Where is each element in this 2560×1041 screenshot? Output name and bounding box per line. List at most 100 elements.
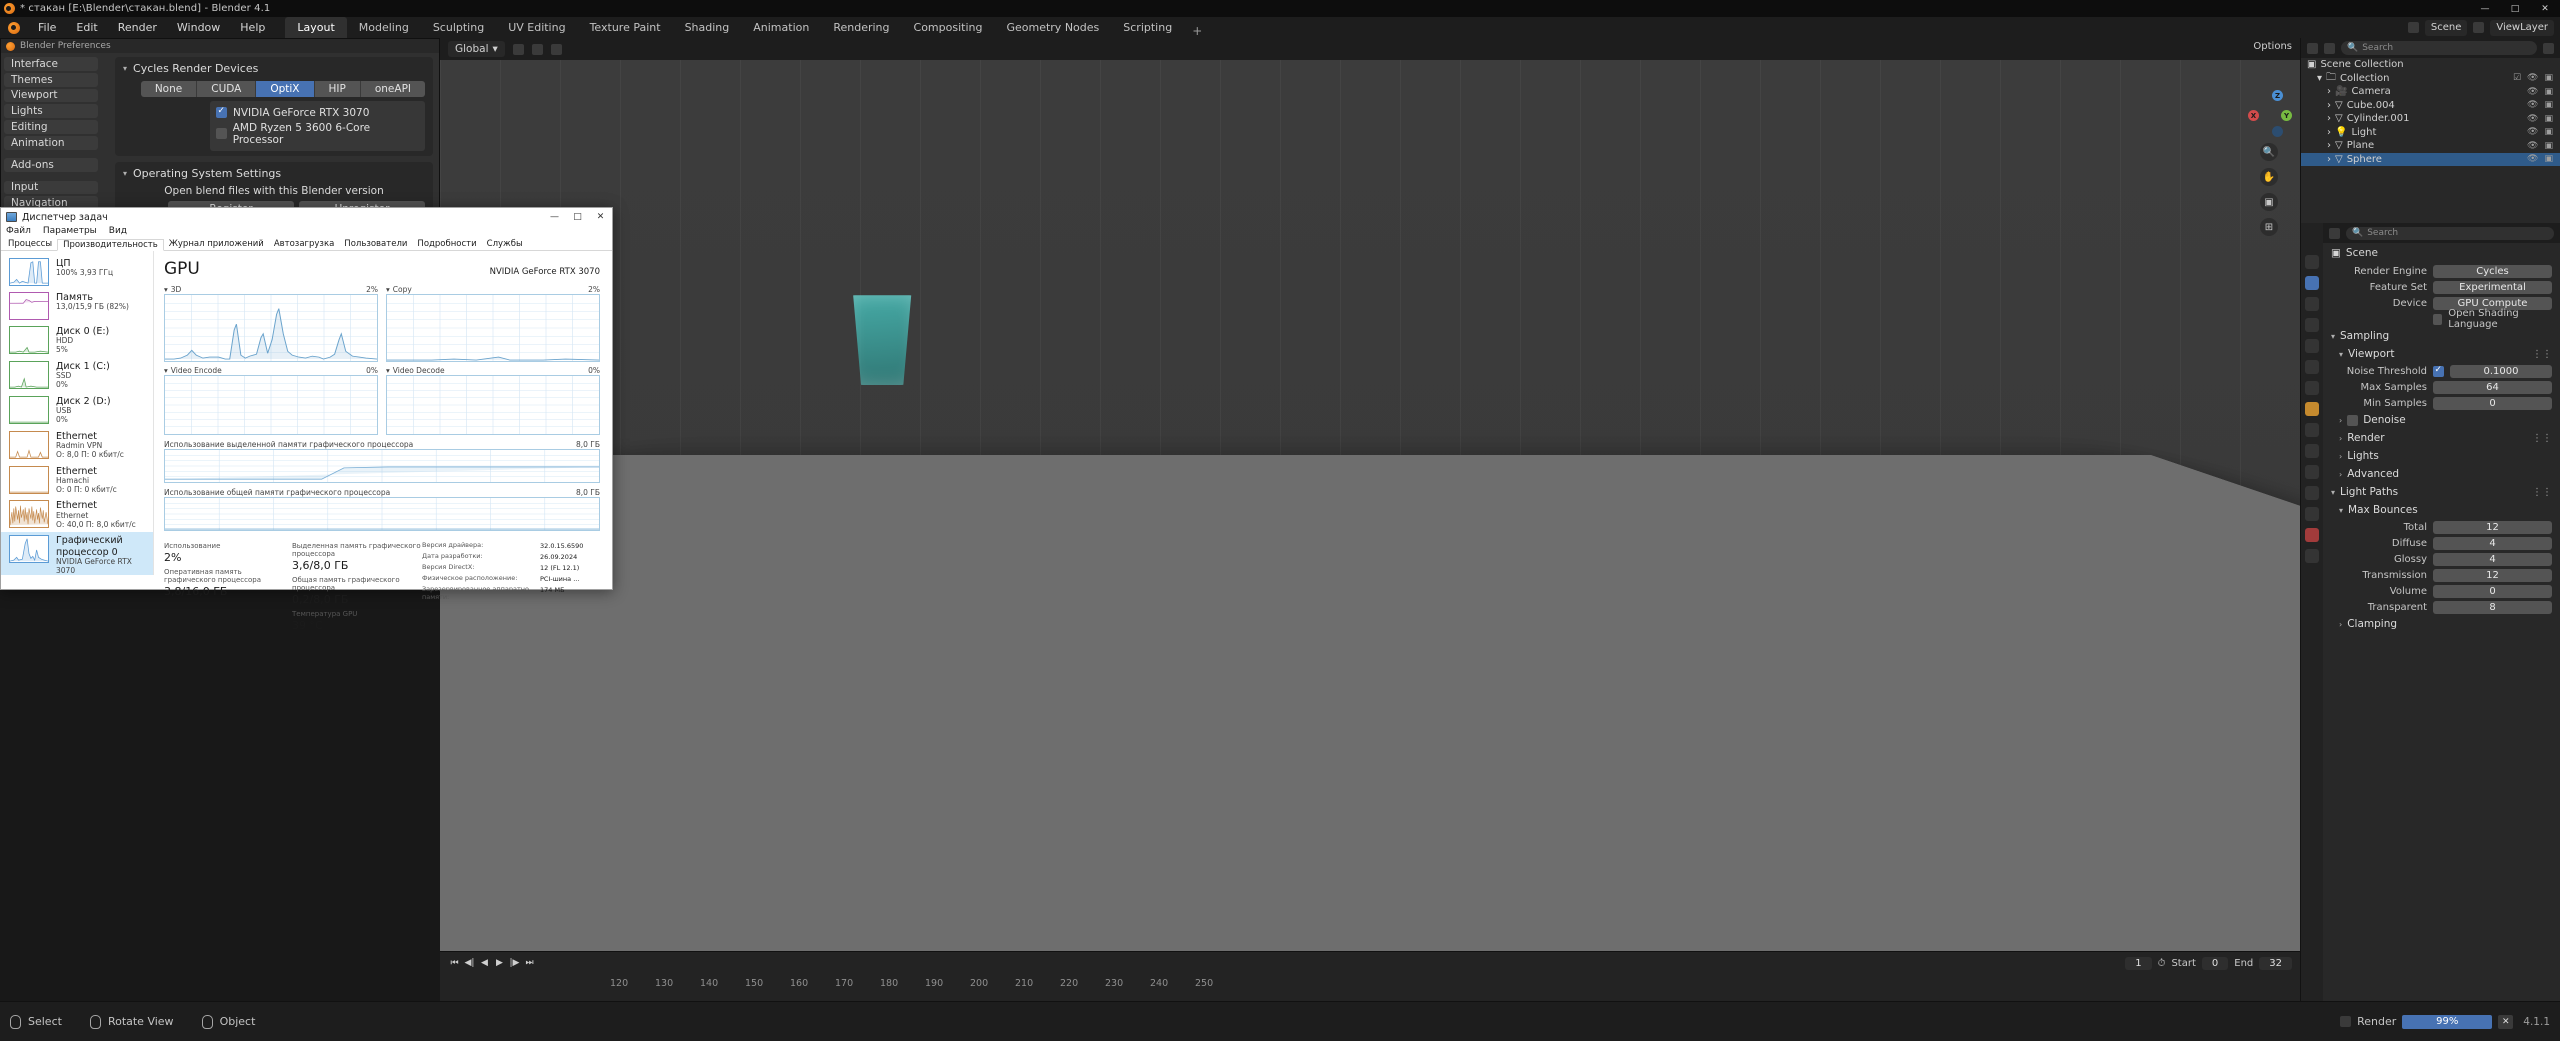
timeline-ruler[interactable]: 120 130 140 150 160 170 180 190 200 210 …: [440, 974, 2300, 1000]
task-manager-window[interactable]: Диспетчер задач — □ ✕ Файл Параметры Вид…: [0, 207, 613, 632]
tm-menu-file[interactable]: Файл: [6, 226, 31, 238]
eye-icon[interactable]: 👁: [2527, 73, 2538, 83]
backend-none[interactable]: None: [140, 81, 198, 97]
blender-menu-logo-icon[interactable]: [0, 17, 28, 38]
row-osl[interactable]: Open Shading Language: [2323, 308, 2560, 330]
row-render-engine[interactable]: Render Engine Cycles: [2323, 263, 2560, 279]
bounce-value[interactable]: 4: [2433, 552, 2552, 566]
camera-icon[interactable]: ▣: [2544, 154, 2553, 164]
properties-tab-column[interactable]: [2301, 223, 2323, 1001]
menu-edit[interactable]: Edit: [66, 17, 107, 38]
workspace-tab-uv-editing[interactable]: UV Editing: [496, 17, 577, 38]
end-frame-field[interactable]: 32: [2259, 956, 2292, 970]
section-lights[interactable]: › Lights: [2323, 447, 2560, 465]
row-bounce-glossy[interactable]: Glossy 4: [2323, 551, 2560, 567]
minimize-button[interactable]: —: [2470, 0, 2500, 17]
device-row-gpu[interactable]: NVIDIA GeForce RTX 3070: [216, 105, 419, 120]
resource-item-ethernet-hamachi[interactable]: Ethernet Hamachi О: 0 П: 0 кбит/с: [1, 463, 153, 498]
object-visibility-toggles[interactable]: 👁 ▣: [2527, 87, 2560, 97]
row-bounce-transmission[interactable]: Transmission 12: [2323, 567, 2560, 583]
tab-scene[interactable]: [2305, 339, 2319, 353]
viewport-3d[interactable]: Global ▾ Options Z Y X 🔍 ✋ ▣ ⊞: [440, 38, 2300, 1001]
jump-end-icon[interactable]: ⏭: [523, 958, 536, 968]
bounce-value[interactable]: 8: [2433, 600, 2552, 614]
section-render-sampling[interactable]: › Render ⋮⋮: [2323, 429, 2560, 447]
resource-item-ethernet-radmin[interactable]: Ethernet Radmin VPN О: 8,0 П: 0 кбит/с: [1, 428, 153, 463]
play-reverse-icon[interactable]: ◀: [478, 958, 491, 968]
row-bounce-volume[interactable]: Volume 0: [2323, 583, 2560, 599]
tab-modifiers[interactable]: [2305, 423, 2319, 437]
cancel-render-button[interactable]: ✕: [2498, 1014, 2514, 1029]
device-row-cpu[interactable]: AMD Ryzen 5 3600 6-Core Processor: [216, 120, 419, 147]
workspace-tab-animation[interactable]: Animation: [741, 17, 821, 38]
properties-search-input[interactable]: 🔍 Search: [2346, 226, 2554, 240]
eye-icon[interactable]: 👁: [2527, 87, 2538, 97]
nav-themes[interactable]: Themes: [4, 72, 98, 87]
tab-constraints[interactable]: [2305, 486, 2319, 500]
maximize-button[interactable]: □: [2500, 0, 2530, 17]
next-keyframe-icon[interactable]: |▶: [508, 958, 521, 968]
section-advanced[interactable]: › Advanced: [2323, 465, 2560, 483]
resource-item-memory[interactable]: Память 13,0/15,9 ГБ (82%): [1, 289, 153, 323]
camera-icon[interactable]: ▣: [2544, 100, 2553, 110]
tm-menu-view[interactable]: Вид: [109, 226, 127, 238]
outliner-item-camera[interactable]: › 🎥 Camera 👁 ▣: [2301, 85, 2560, 99]
denoise-checkbox[interactable]: [2347, 414, 2359, 426]
viewlayer-selector[interactable]: ViewLayer: [2490, 19, 2554, 36]
backend-optix[interactable]: OptiX: [256, 81, 315, 97]
viewport-scene[interactable]: Z Y X 🔍 ✋ ▣ ⊞: [440, 60, 2300, 1001]
current-frame-field[interactable]: 1: [2125, 956, 2152, 970]
play-icon[interactable]: ▶: [493, 958, 506, 968]
outliner-scene-collection[interactable]: ▣ Scene Collection: [2301, 58, 2560, 72]
snap-icon[interactable]: [512, 43, 524, 55]
resource-item-disk0[interactable]: Диск 0 (E:) HDD 5%: [1, 323, 153, 358]
camera-view-icon[interactable]: ▣: [2260, 193, 2278, 211]
outliner-editor-type-icon[interactable]: [2307, 42, 2318, 54]
cycles-panel-header[interactable]: ▾ Cycles Render Devices: [123, 62, 425, 75]
row-noise-threshold[interactable]: Noise Threshold 0.1000: [2323, 363, 2560, 379]
disclosure-triangle-icon[interactable]: ›: [2327, 154, 2331, 165]
row-bounce-diffuse[interactable]: Diffuse 4: [2323, 535, 2560, 551]
outliner-item-sphere[interactable]: › ▽ Sphere 👁 ▣: [2301, 152, 2560, 166]
viewport-options-button[interactable]: Options: [2253, 41, 2292, 52]
eye-icon[interactable]: 👁: [2527, 114, 2538, 124]
disclosure-triangle-icon[interactable]: ›: [2327, 127, 2331, 138]
object-visibility-toggles[interactable]: 👁 ▣: [2527, 154, 2560, 164]
outliner-filter-icon[interactable]: [2543, 42, 2554, 54]
task-manager-window-controls[interactable]: — □ ✕: [543, 208, 612, 226]
jump-start-icon[interactable]: ⏮: [448, 958, 461, 968]
window-controls[interactable]: — □ ✕: [2470, 0, 2560, 17]
collection-visibility-toggles[interactable]: ☑ 👁 ▣: [2513, 73, 2560, 83]
row-bounce-transparent[interactable]: Transparent 8: [2323, 599, 2560, 615]
eye-icon[interactable]: 👁: [2527, 100, 2538, 110]
eye-icon[interactable]: 👁: [2527, 154, 2538, 164]
disclosure-triangle-icon[interactable]: ›: [2327, 86, 2331, 97]
row-bounce-total[interactable]: Total 12: [2323, 519, 2560, 535]
outliner-item-plane[interactable]: › ▽ Plane 👁 ▣: [2301, 139, 2560, 153]
render-engine-value[interactable]: Cycles: [2433, 264, 2552, 278]
outliner-search-input[interactable]: 🔍 Search: [2341, 41, 2537, 55]
chevron-down-icon[interactable]: ▾: [164, 366, 168, 375]
eye-icon[interactable]: 👁: [2527, 127, 2538, 137]
menu-render[interactable]: Render: [108, 17, 167, 38]
compute-backend-segmented[interactable]: None CUDA OptiX HIP oneAPI: [140, 81, 425, 97]
workspace-tab-layout[interactable]: Layout: [285, 17, 347, 38]
timeline-editor[interactable]: ⏮ ◀| ◀ ▶ |▶ ⏭ 1 ⏱ Start 0 End 32 120 130…: [440, 951, 2300, 1001]
prev-keyframe-icon[interactable]: ◀|: [463, 958, 476, 968]
noise-threshold-value[interactable]: 0.1000: [2450, 364, 2552, 378]
object-visibility-toggles[interactable]: 👁 ▣: [2527, 141, 2560, 151]
task-manager-tabs[interactable]: Процессы Производительность Журнал прило…: [1, 238, 612, 251]
tab-particles[interactable]: [2305, 444, 2319, 458]
object-visibility-toggles[interactable]: 👁 ▣: [2527, 100, 2560, 110]
nav-interface[interactable]: Interface: [4, 57, 98, 71]
toggle-ortho-icon[interactable]: ⊞: [2260, 218, 2278, 236]
preset-menu-icon[interactable]: ⋮⋮: [2532, 433, 2552, 444]
overlays-icon[interactable]: [550, 43, 562, 55]
osl-checkbox[interactable]: [2433, 313, 2443, 325]
tab-world[interactable]: [2305, 360, 2319, 374]
backend-hip[interactable]: HIP: [314, 81, 361, 97]
bounce-value[interactable]: 12: [2433, 568, 2552, 582]
scene-selector[interactable]: Scene: [2424, 19, 2468, 36]
nav-lights[interactable]: Lights: [4, 104, 98, 119]
object-visibility-toggles[interactable]: 👁 ▣: [2527, 114, 2560, 124]
